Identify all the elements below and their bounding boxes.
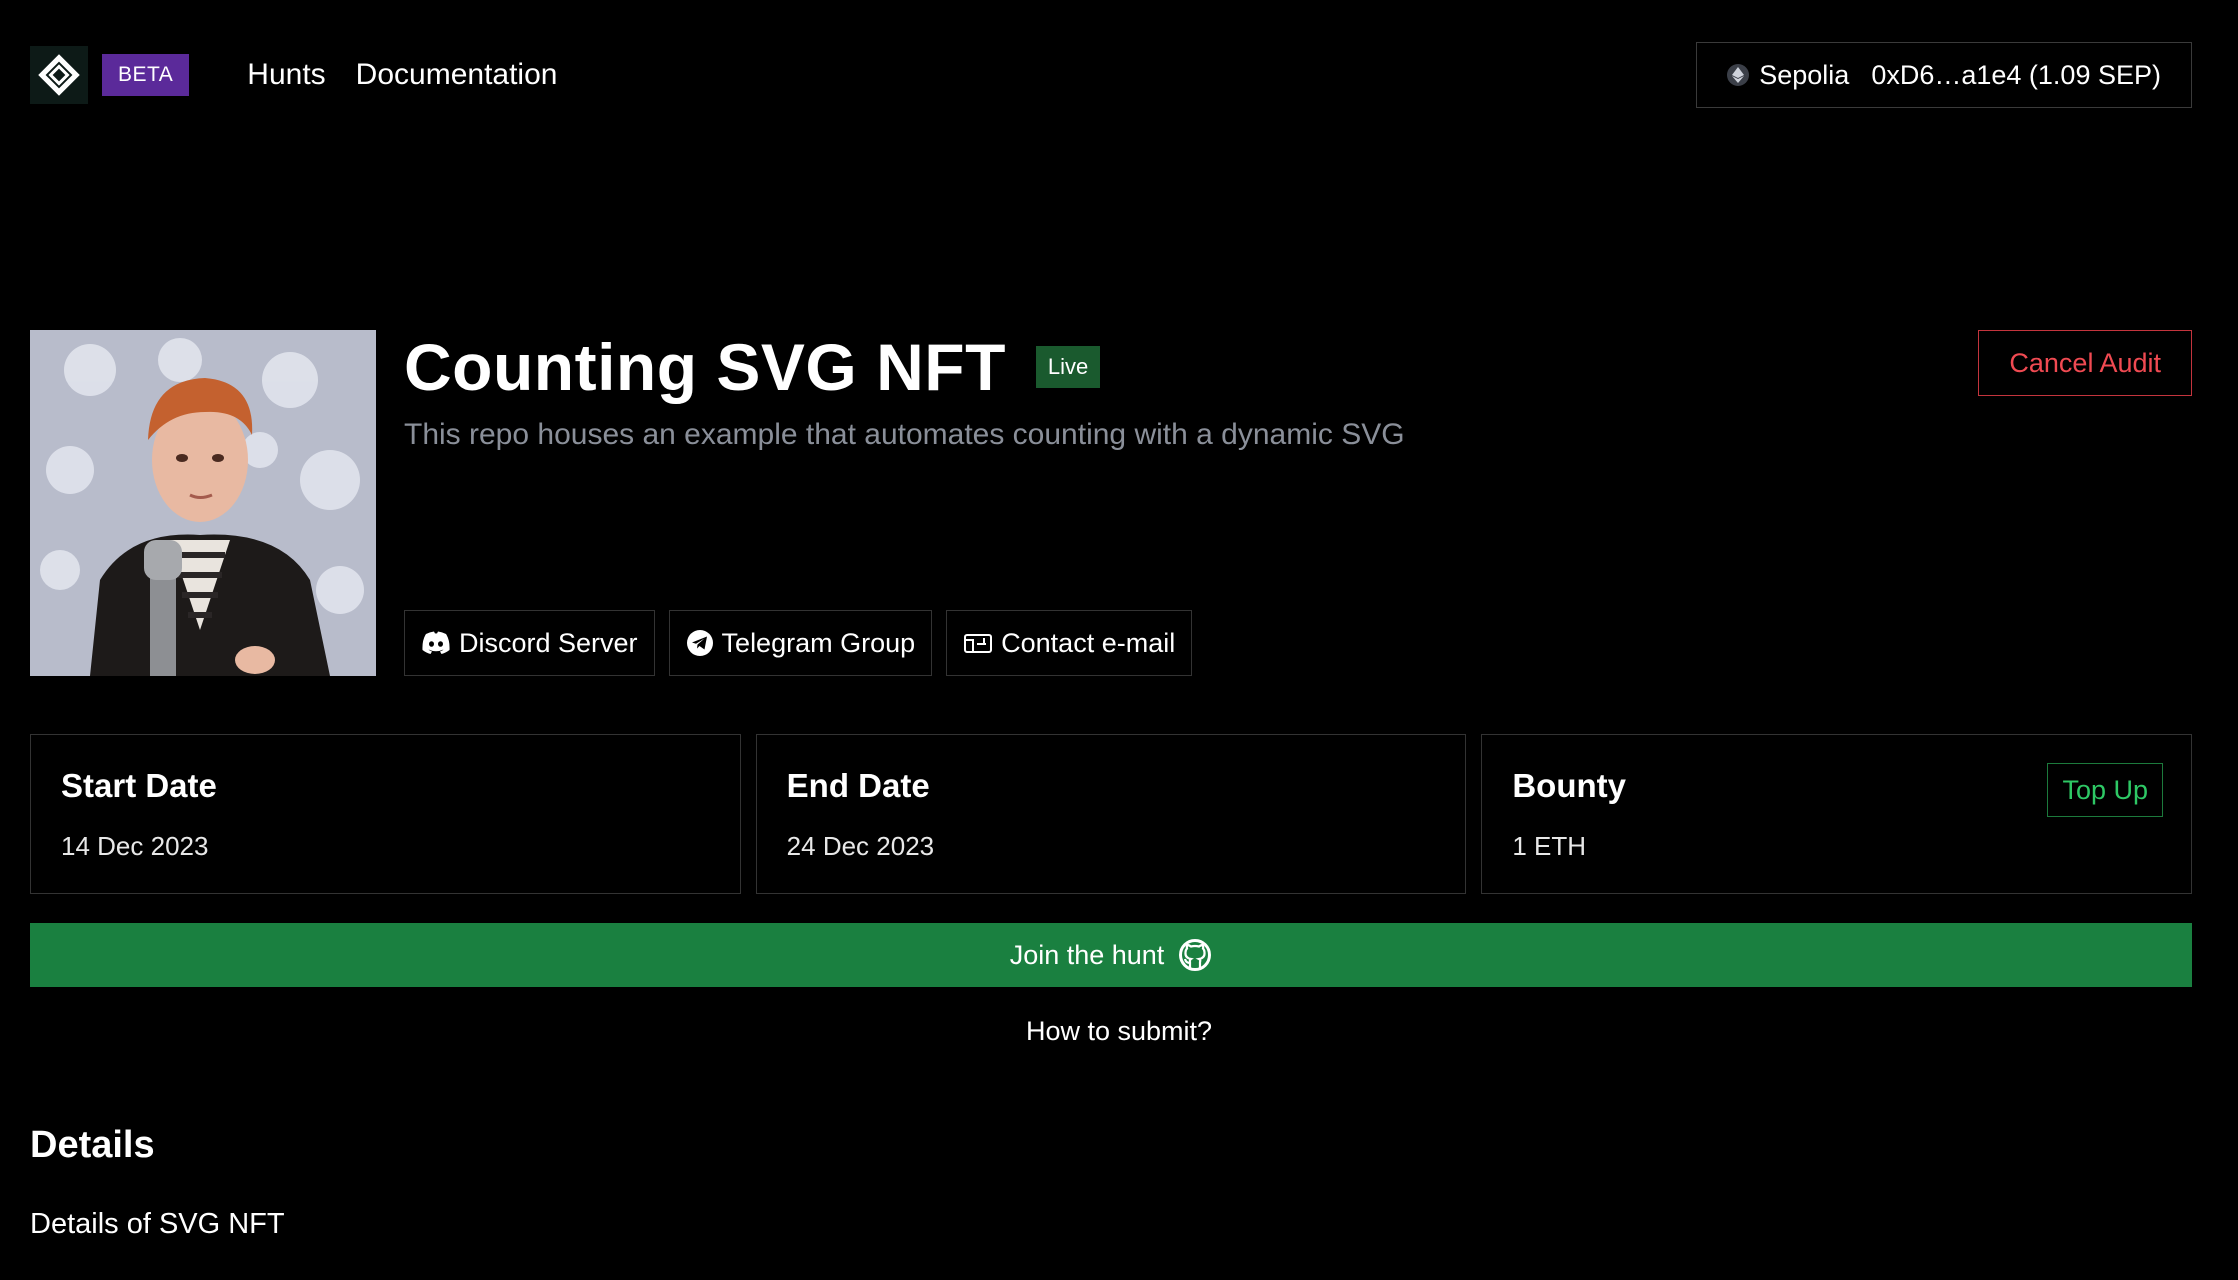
hunt-hero: Counting SVG NFT Live This repo houses a… — [30, 330, 2192, 676]
logo[interactable] — [30, 46, 88, 104]
start-date-value: 14 Dec 2023 — [61, 831, 209, 861]
end-date-card: End Date 24 Dec 2023 — [755, 734, 1467, 894]
telegram-label: Telegram Group — [721, 627, 916, 658]
email-link[interactable]: Contact e-mail — [946, 610, 1193, 676]
discord-link[interactable]: Discord Server — [404, 610, 655, 676]
network-name: Sepolia — [1759, 59, 1850, 90]
join-hunt-label: Join the hunt — [1009, 939, 1165, 970]
ethereum-icon — [1727, 64, 1750, 86]
info-cards: Start Date 14 Dec 2023 End Date 24 Dec 2… — [30, 734, 2193, 894]
wallet-button[interactable]: Sepolia 0xD6…a1e4 (1.09 SEP) — [1696, 42, 2192, 108]
telegram-link[interactable]: Telegram Group — [668, 610, 933, 676]
bounty-card: Bounty 1 ETH Top Up — [1481, 734, 2193, 894]
github-icon — [1179, 939, 1212, 971]
page: BETA Hunts Documentation Sepolia 0xD6…a1… — [0, 0, 2238, 1280]
logo-icon — [38, 54, 80, 96]
end-date-title: End Date — [786, 767, 930, 804]
start-date-title: Start Date — [61, 767, 217, 804]
page-title: Counting SVG NFT — [404, 330, 1006, 404]
beta-badge: BETA — [102, 54, 190, 96]
details-heading: Details — [30, 1124, 155, 1166]
title-row: Counting SVG NFT Live — [404, 330, 1101, 404]
top-up-button[interactable]: Top Up — [2047, 763, 2164, 817]
mail-icon — [964, 634, 993, 653]
account-address: 0xD6…a1e4 (1.09 SEP) — [1871, 59, 2161, 90]
nav-hunts[interactable]: Hunts — [247, 58, 325, 92]
thumbnail-image — [30, 330, 376, 676]
details-text: Details of SVG NFT — [30, 1208, 285, 1240]
start-date-card: Start Date 14 Dec 2023 — [30, 734, 741, 894]
header: BETA Hunts Documentation Sepolia 0xD6…a1… — [30, 42, 2192, 108]
bounty-value: 1 ETH — [1512, 831, 1587, 861]
status-badge: Live — [1035, 346, 1101, 388]
discord-label: Discord Server — [459, 627, 638, 658]
cancel-audit-button[interactable]: Cancel Audit — [1978, 330, 2192, 396]
telegram-icon — [686, 630, 713, 656]
email-label: Contact e-mail — [1001, 627, 1176, 658]
join-hunt-button[interactable]: Join the hunt — [30, 923, 2192, 987]
network-selector[interactable]: Sepolia — [1727, 60, 1849, 91]
discord-icon — [422, 631, 450, 654]
main-nav: Hunts Documentation — [247, 58, 557, 92]
hunt-thumbnail — [30, 330, 376, 676]
hunt-description: This repo houses an example that automat… — [404, 418, 1405, 451]
how-to-submit-link[interactable]: How to submit? — [0, 1016, 2238, 1047]
nav-documentation[interactable]: Documentation — [356, 58, 558, 92]
end-date-value: 24 Dec 2023 — [786, 831, 935, 861]
contact-links: Discord Server Telegram Group Contact e-… — [404, 610, 1193, 676]
